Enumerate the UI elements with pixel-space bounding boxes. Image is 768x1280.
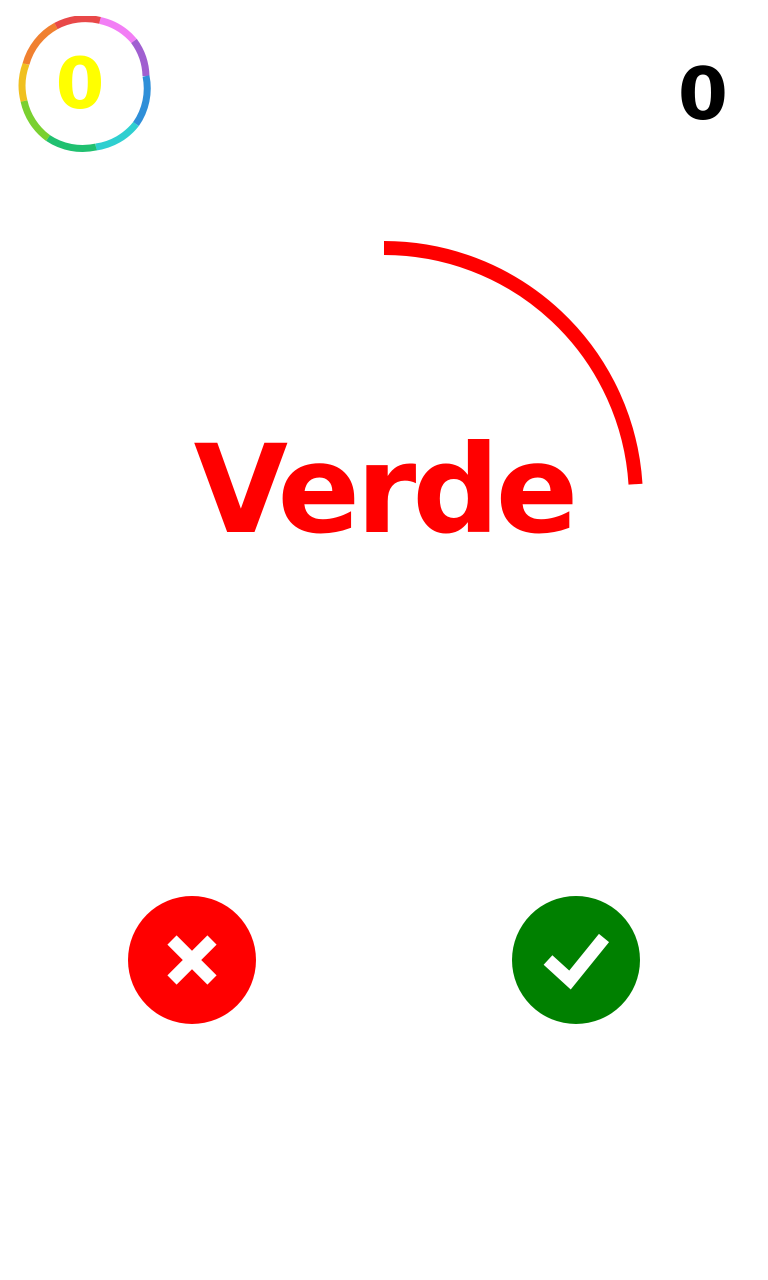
check-icon	[512, 896, 640, 1024]
wrong-button[interactable]	[128, 896, 256, 1024]
x-icon	[128, 896, 256, 1024]
countdown-timer-arc	[383, 241, 643, 485]
game-screen: 0 0 Verde	[0, 0, 768, 1280]
right-button[interactable]	[512, 896, 640, 1024]
color-word: Verde	[193, 419, 579, 561]
